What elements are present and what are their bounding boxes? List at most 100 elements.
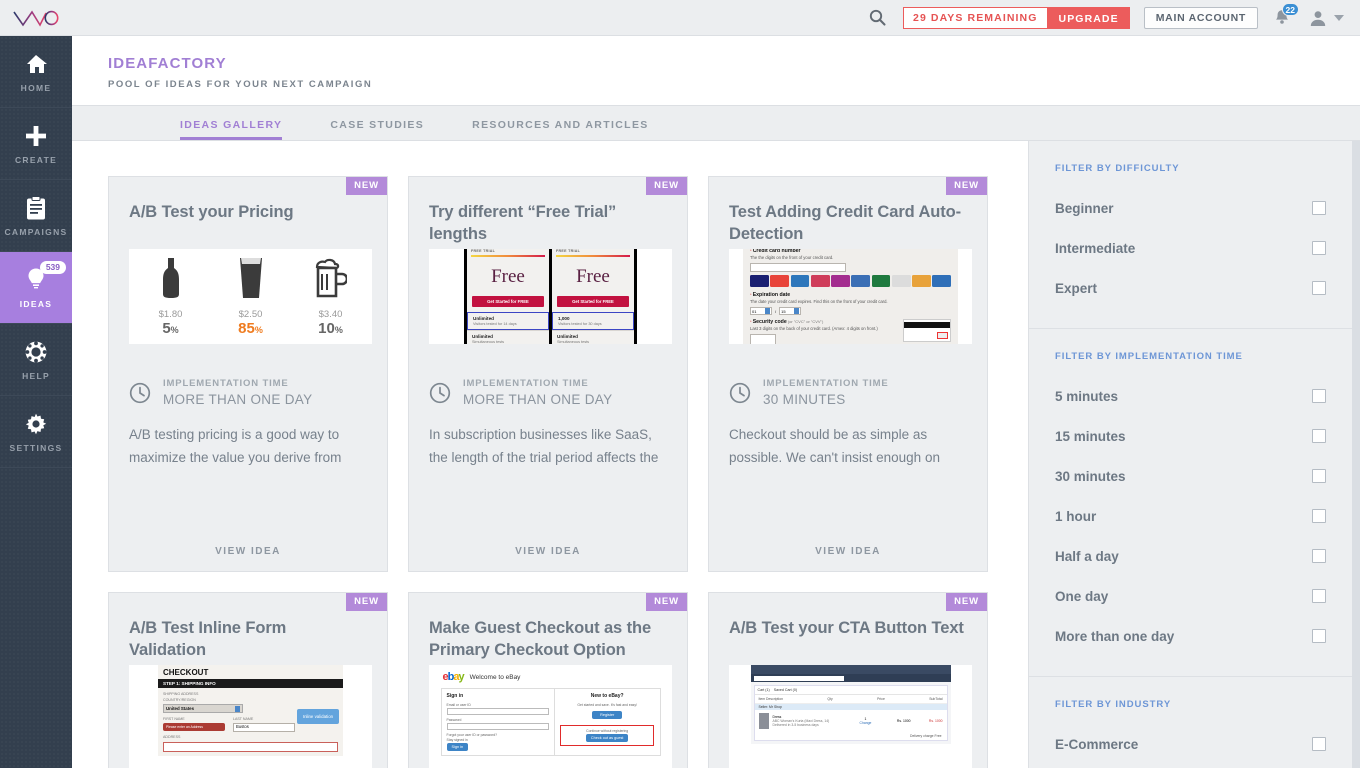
filter-option-beginner[interactable]: Beginner — [1055, 188, 1326, 228]
get-started-button: Get Started for FREE — [472, 296, 544, 307]
idea-card-title: Test Adding Credit Card Auto-Detection — [729, 203, 962, 243]
idea-card-description: In subscription businesses like SaaS, th… — [429, 427, 659, 465]
impl-time-label: IMPLEMENTATION TIME — [163, 378, 289, 389]
idea-card[interactable]: NEW A/B Test your CTA Button Text Cart (… — [708, 592, 988, 768]
country-select: United States — [163, 704, 243, 713]
filter-option-software-as-a-service[interactable]: Software as a Service — [1055, 764, 1326, 768]
filter-option-label: Expert — [1055, 280, 1098, 296]
filter-checkbox[interactable] — [1312, 737, 1326, 751]
trial-visitors-cell: Unlimited Visitors tested for 14 days — [467, 312, 549, 330]
trial-visitors-cell: 1,000 Visitors tested for 30 days — [552, 312, 634, 330]
cart-panel: Cart (1) Saved Cart (0) Item Description… — [753, 685, 948, 741]
new-badge: NEW — [646, 177, 687, 195]
view-idea-button[interactable]: VIEW IDEA — [109, 546, 387, 557]
impl-time-value: 30 MINUTES — [763, 392, 846, 407]
filter-option-intermediate[interactable]: Intermediate — [1055, 228, 1326, 268]
cc-number-label: Credit card number — [752, 249, 801, 254]
notification-count: 22 — [1281, 2, 1299, 16]
upgrade-button[interactable]: UPGRADE — [1047, 6, 1130, 29]
trial-upgrade-group: 29 DAYS REMAINING UPGRADE — [903, 6, 1130, 29]
filter-option-label: 5 minutes — [1055, 388, 1119, 404]
filter-checkbox[interactable] — [1312, 241, 1326, 255]
filter-option-more-than-one-day[interactable]: More than one day — [1055, 616, 1326, 656]
new-badge: NEW — [646, 593, 687, 611]
sidebar-item-ideas[interactable]: 539 IDEAS — [0, 252, 72, 324]
filter-checkbox[interactable] — [1312, 589, 1326, 603]
idea-card-title: A/B Test your CTA Button Text — [729, 619, 964, 637]
clock-icon — [129, 382, 151, 403]
filter-checkbox[interactable] — [1312, 549, 1326, 563]
filter-option-15-minutes[interactable]: 15 minutes — [1055, 416, 1326, 456]
new-badge: NEW — [346, 177, 387, 195]
price-value: $3.40 — [318, 309, 343, 320]
top-bar-actions: 29 DAYS REMAINING UPGRADE MAIN ACCOUNT 2… — [865, 0, 1360, 36]
view-idea-button[interactable]: VIEW IDEA — [709, 546, 987, 557]
get-started-button: Get Started for FREE — [557, 296, 629, 307]
filter-heading: FILTER BY DIFFICULTY — [1055, 163, 1180, 174]
view-idea-button[interactable]: VIEW IDEA — [409, 546, 687, 557]
idea-card[interactable]: NEW A/B Test your Pricing $1.80 5% $2.50… — [108, 176, 388, 572]
filter-option-label: E-Commerce — [1055, 736, 1139, 752]
implementation-time-row: IMPLEMENTATION TIME 30 MINUTES — [729, 378, 967, 407]
exp-month: 01 — [752, 308, 757, 314]
filter-option-one-day[interactable]: One day — [1055, 576, 1326, 616]
sidebar-item-campaigns[interactable]: CAMPAIGNS — [0, 180, 72, 252]
cart-tab-2: Saved Cart (0) — [773, 688, 798, 692]
idea-card-title: A/B Test your Pricing — [129, 203, 294, 221]
exp-year: 15 — [781, 308, 786, 314]
filter-option-30-minutes[interactable]: 30 minutes — [1055, 456, 1326, 496]
idea-card[interactable]: NEW Try different “Free Trial” lengths F… — [408, 176, 688, 572]
sidebar-item-help[interactable]: HELP — [0, 324, 72, 396]
filter-checkbox[interactable] — [1312, 509, 1326, 523]
main-account-button[interactable]: MAIN ACCOUNT — [1143, 6, 1258, 29]
cart-delivery-value: Free — [934, 734, 942, 738]
sidebar-item-home[interactable]: HOME — [0, 36, 72, 108]
cart-search-bar — [750, 674, 951, 682]
tab-resources-and-articles[interactable]: RESOURCES AND ARTICLES — [472, 119, 649, 140]
trial-tests-cell: Unlimited Simultaneous tests — [552, 330, 634, 344]
vwo-logo[interactable] — [0, 0, 72, 36]
idea-card[interactable]: NEW Make Guest Checkout as the Primary C… — [408, 592, 688, 768]
filter-option-half-a-day[interactable]: Half a day — [1055, 536, 1326, 576]
page-scrollbar[interactable] — [1352, 141, 1360, 768]
search-icon[interactable] — [865, 6, 889, 30]
filter-checkbox[interactable] — [1312, 281, 1326, 295]
sidebar: HOME CREATE CAMPAIGNS 539 IDEAS HELP SET… — [0, 36, 72, 768]
filter-checkbox[interactable] — [1312, 629, 1326, 643]
page-title: IDEAFACTORY — [108, 55, 227, 72]
cc-sec-label: Security code — [752, 319, 787, 325]
sidebar-item-label: HOME — [20, 82, 52, 93]
implementation-time-row: IMPLEMENTATION TIME MORE THAN ONE DAY — [129, 378, 367, 407]
conversion-pct: 85 — [238, 320, 255, 337]
guest-checkout-box: Continue without registering Check out a… — [559, 725, 655, 746]
cc-number-input — [750, 263, 846, 272]
guest-checkout-button: Check out as guest — [585, 734, 629, 742]
password-label: Password — [446, 718, 462, 722]
filter-checkbox[interactable] — [1312, 389, 1326, 403]
user-menu[interactable] — [1308, 8, 1344, 28]
filter-option-label: Half a day — [1055, 548, 1119, 564]
filter-option-expert[interactable]: Expert — [1055, 268, 1326, 308]
filter-checkbox[interactable] — [1312, 201, 1326, 215]
tab-ideas-gallery[interactable]: IDEAS GALLERY — [180, 119, 283, 148]
notifications-bell[interactable]: 22 — [1272, 2, 1299, 29]
idea-card[interactable]: NEW A/B Test Inline Form Validation CHEC… — [108, 592, 388, 768]
idea-card[interactable]: NEW Test Adding Credit Card Auto-Detecti… — [708, 176, 988, 572]
filter-checkbox[interactable] — [1312, 469, 1326, 483]
tab-label: IDEAS GALLERY — [180, 119, 283, 131]
pct-unit: % — [334, 325, 343, 335]
sidebar-item-settings[interactable]: SETTINGS — [0, 396, 72, 468]
tab-bar: IDEAS GALLERY CASE STUDIES RESOURCES AND… — [72, 106, 1360, 148]
filter-option-e-commerce[interactable]: E-Commerce — [1055, 724, 1326, 764]
sidebar-item-create[interactable]: CREATE — [0, 108, 72, 180]
cart-price: Rs. 1000 — [896, 719, 911, 723]
new-to-ebay-heading: New to eBay? — [590, 693, 624, 699]
plus-icon — [24, 123, 48, 149]
filter-checkbox[interactable] — [1312, 429, 1326, 443]
clipboard-icon — [26, 195, 46, 221]
filter-option-5-minutes[interactable]: 5 minutes — [1055, 376, 1326, 416]
chevron-down-icon[interactable] — [1334, 14, 1344, 21]
filter-option-1-hour[interactable]: 1 hour — [1055, 496, 1326, 536]
idea-card-thumbnail: CHECKOUT STEP 1: SHIPPING INFO SHIPPING … — [129, 665, 372, 768]
tab-case-studies[interactable]: CASE STUDIES — [330, 119, 424, 140]
